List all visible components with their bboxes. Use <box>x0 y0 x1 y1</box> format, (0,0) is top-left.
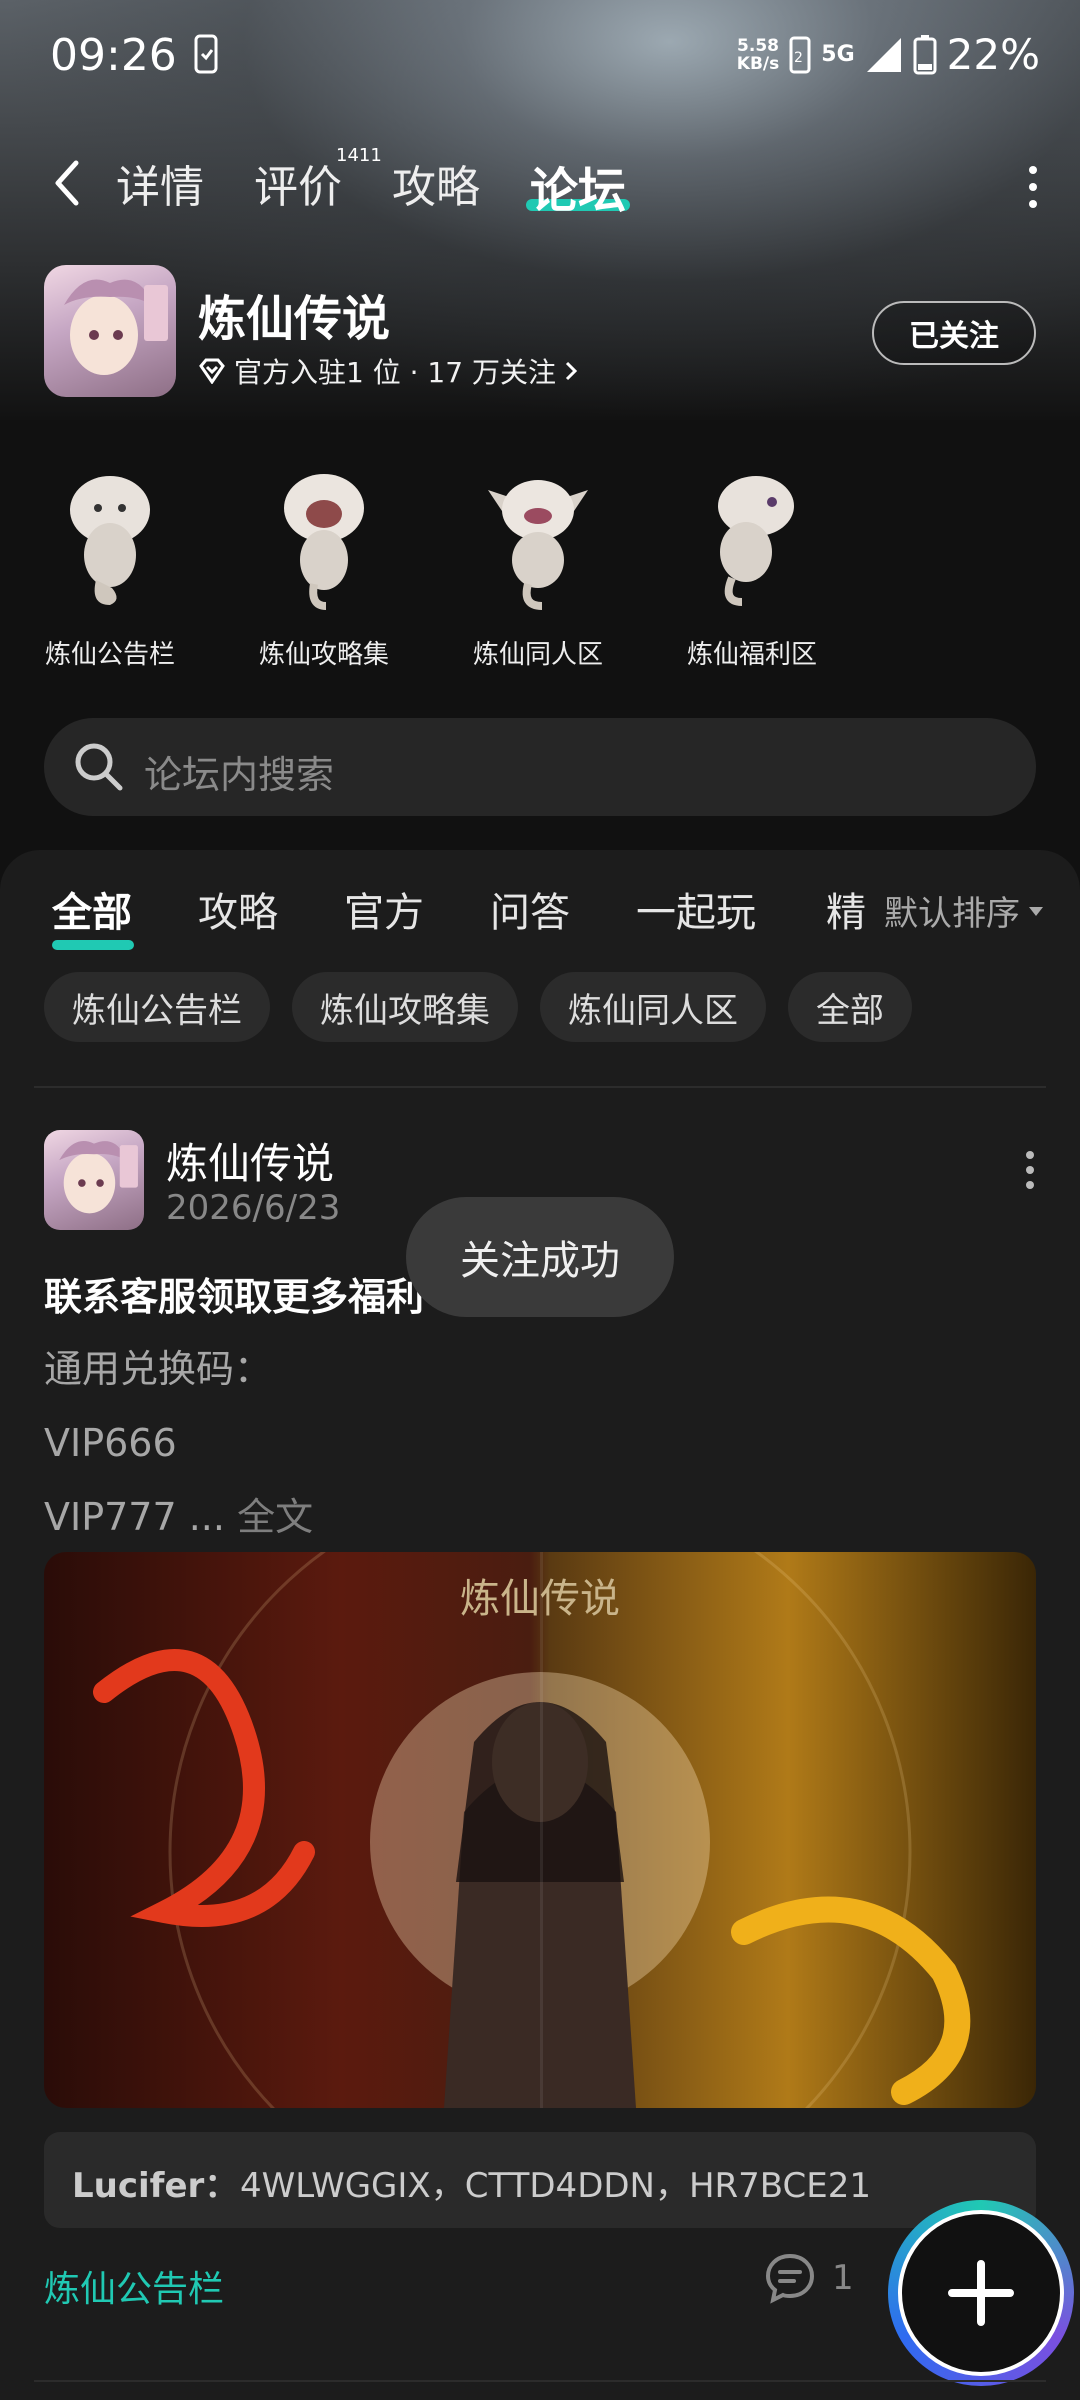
plus-icon <box>948 2260 1014 2326</box>
comment-user: Lucifer： <box>72 2166 239 2206</box>
comment-count: 1 <box>832 2258 854 2298</box>
filter-tab-featured[interactable]: 精 <box>826 880 866 938</box>
game-icon[interactable] <box>44 265 176 397</box>
filter-tab-official[interactable]: 官方 <box>344 880 424 938</box>
comment-icon <box>765 2253 815 2304</box>
post-date: 2026/6/23 <box>166 1188 341 1228</box>
author-avatar-art <box>59 1140 138 1214</box>
game-avatar-art <box>64 279 168 375</box>
section-welfare[interactable]: 炼仙福利区 <box>652 460 852 671</box>
tab-forum[interactable]: 论坛 <box>530 151 626 221</box>
search-icon <box>75 743 123 791</box>
forum-search-bar[interactable]: 论坛内搜索 <box>44 718 1036 816</box>
mascot-icon <box>488 480 588 610</box>
divider <box>34 1086 1046 1088</box>
author-avatar[interactable] <box>44 1130 144 1230</box>
post-image-caption: 炼仙传说 <box>460 1576 620 1622</box>
chip-all[interactable]: 全部 <box>788 972 912 1042</box>
chip-guides[interactable]: 炼仙攻略集 <box>292 972 518 1042</box>
signal-icon <box>866 37 901 72</box>
post-body-line: VIP777 ... 全文 <box>44 1495 314 1539</box>
post-author[interactable]: 炼仙传说 <box>166 1130 334 1191</box>
section-fanart[interactable]: 炼仙同人区 <box>438 460 638 671</box>
section-label: 炼仙攻略集 <box>258 640 389 670</box>
followed-button[interactable]: 已关注 <box>872 301 1036 365</box>
forum-panel: 全部 攻略 官方 问答 一起玩 精 默认排序 炼仙公告栏 炼仙攻略集 炼仙同人区… <box>0 850 1080 2400</box>
section-label: 炼仙福利区 <box>686 640 817 670</box>
board-chips: 炼仙公告栏 炼仙攻略集 炼仙同人区 全部 <box>44 972 912 1042</box>
post-body-line: 通用兑换码： <box>44 1347 273 1391</box>
status-bar: 09:26 5.58 KB/s 2 5G 22% <box>0 0 1080 110</box>
sort-dropdown[interactable]: 默认排序 <box>868 886 1044 935</box>
network-type: 5G <box>821 42 855 67</box>
section-label: 炼仙同人区 <box>472 640 603 670</box>
battery-icon <box>913 34 937 74</box>
official-badge-icon <box>199 358 225 384</box>
post-more-icon[interactable] <box>1024 1150 1036 1190</box>
filter-tab-guides[interactable]: 攻略 <box>198 880 278 938</box>
sort-label: 默认排序 <box>884 894 1020 934</box>
more-options-icon[interactable] <box>1026 165 1040 209</box>
active-filter-indicator <box>52 940 134 950</box>
caret-down-icon <box>1029 906 1043 916</box>
mascot-icon <box>718 476 794 606</box>
post-board-tag[interactable]: 炼仙公告栏 <box>44 2260 224 2312</box>
chip-announcements[interactable]: 炼仙公告栏 <box>44 972 270 1042</box>
filter-tab-play-together[interactable]: 一起玩 <box>636 880 756 938</box>
chip-fanart[interactable]: 炼仙同人区 <box>540 972 766 1042</box>
search-placeholder: 论坛内搜索 <box>144 753 335 797</box>
game-title: 炼仙传说 <box>198 291 391 347</box>
filter-tab-all[interactable]: 全部 <box>52 880 132 938</box>
forum-sections: 炼仙公告栏 炼仙攻略集 炼仙同人区 炼仙福利区 <box>0 460 1080 680</box>
sim-icon: 2 <box>789 36 811 73</box>
game-meta[interactable]: 官方入驻1 位 · 17 万关注 <box>198 351 578 391</box>
net-speed: 5.58 KB/s <box>736 35 780 74</box>
section-label: 炼仙公告栏 <box>44 640 175 670</box>
create-post-inner <box>898 2210 1064 2376</box>
comment-text: 4WLWGGIX，CTTD4DDN，HR7BCE21 <box>240 2166 872 2206</box>
chevron-right-icon <box>565 361 578 381</box>
status-time: 09:26 <box>50 30 177 81</box>
top-comment[interactable]: Lucifer： 4WLWGGIX，CTTD4DDN，HR7BCE21 <box>44 2132 1036 2228</box>
section-announcements[interactable]: 炼仙公告栏 <box>10 460 210 671</box>
follow-success-toast: 关注成功 <box>406 1197 674 1317</box>
game-meta-text: 官方入驻1 位 · 17 万关注 <box>234 356 556 389</box>
tab-reviews[interactable]: 评价 <box>254 151 342 215</box>
post-body-line: VIP666 <box>44 1421 177 1465</box>
filter-tab-qa[interactable]: 问答 <box>490 880 570 938</box>
back-arrow-icon[interactable] <box>48 153 88 213</box>
mascot-icon <box>284 474 364 610</box>
phone-icon <box>194 34 218 74</box>
post-image-art: 炼仙传说 <box>93 1552 971 2108</box>
full-text-link[interactable]: 全文 <box>237 1495 313 1539</box>
post-title[interactable]: 联系客服领取更多福利 <box>44 1266 444 1321</box>
post-body[interactable]: 通用兑换码： VIP666 VIP777 ... 全文 <box>44 1332 313 1554</box>
post-image[interactable]: 炼仙传说 <box>44 1552 1036 2108</box>
divider <box>34 2380 1046 2382</box>
section-guides[interactable]: 炼仙攻略集 <box>224 460 424 671</box>
top-nav: 详情 评价 1411 攻略 论坛 <box>0 145 1080 225</box>
tab-details[interactable]: 详情 <box>116 151 204 215</box>
tab-guides[interactable]: 攻略 <box>392 151 480 215</box>
reviews-count: 1411 <box>336 145 382 166</box>
svg-text:2: 2 <box>794 50 803 66</box>
battery-level: 22% <box>946 30 1040 79</box>
game-header: 炼仙传说 官方入驻1 位 · 17 万关注 已关注 <box>0 265 1080 405</box>
mascot-icon <box>70 476 150 605</box>
create-post-button[interactable] <box>888 2200 1074 2386</box>
